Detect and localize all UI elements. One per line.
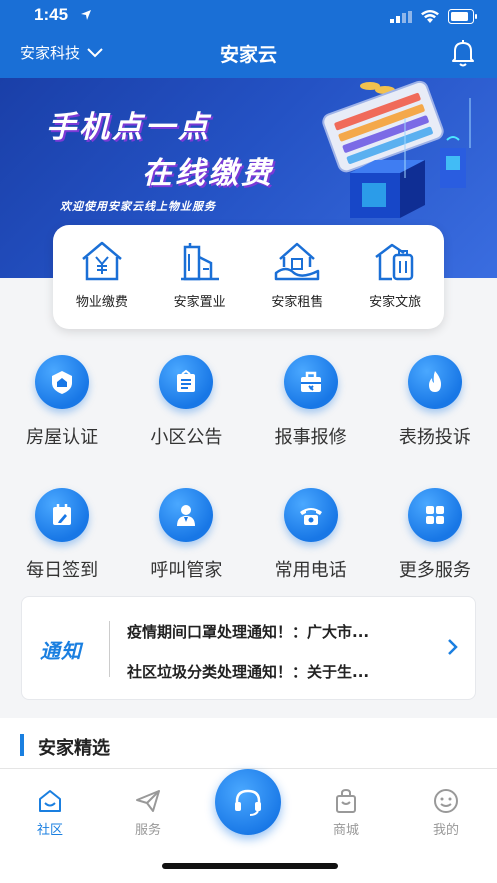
real-estate-icon [180, 243, 219, 281]
quick-item-real-estate[interactable]: 安家置业 [151, 225, 249, 329]
service-row: 每日签到 呼叫管家 常用电话 更多服务 [0, 478, 497, 611]
status-bar: 1:45 [0, 0, 497, 34]
notice-divider [109, 621, 110, 677]
service-label: 报事报修 [274, 427, 347, 448]
wifi-icon [421, 10, 439, 23]
calendar-checkin-icon [35, 488, 90, 542]
grid-more-icon [407, 488, 462, 542]
quick-services-card: 物业缴费 安家置业 安家租售 安家文旅 [53, 225, 444, 329]
section-title: 安家精选 [38, 738, 110, 759]
service-label: 呼叫管家 [150, 560, 223, 581]
service-butler[interactable]: 呼叫管家 [124, 478, 248, 611]
service-row: 房屋认证 小区公告 报事报修 表扬投诉 [0, 345, 497, 478]
service-phone[interactable]: 常用电话 [249, 478, 373, 611]
phone-payment-illustration [322, 80, 471, 218]
service-repair[interactable]: 报事报修 [249, 345, 373, 478]
notice-logo: 通知 [40, 639, 82, 663]
service-label: 表扬投诉 [398, 427, 471, 448]
quick-item-rental[interactable]: 安家租售 [249, 225, 347, 329]
notice-item[interactable]: 社区垃圾分类处理通知！：关于生... [127, 661, 369, 682]
house-shield-icon [35, 355, 90, 409]
headset-icon [235, 789, 261, 816]
page-title: 安家云 [219, 44, 277, 66]
service-feedback[interactable]: 表扬投诉 [373, 345, 497, 478]
section-accent-bar [20, 734, 24, 756]
travel-icon [375, 243, 414, 281]
tab-services[interactable]: 服务 [118, 787, 178, 838]
tab-profile[interactable]: 我的 [416, 787, 476, 838]
quick-label: 安家文旅 [369, 295, 422, 310]
tab-mall[interactable]: 商城 [316, 787, 376, 838]
smiley-icon [434, 789, 458, 813]
quick-label: 安家置业 [173, 295, 226, 310]
service-label: 每日签到 [26, 560, 99, 581]
service-label: 常用电话 [274, 560, 347, 581]
status-time: 1:45 [34, 5, 69, 24]
butler-person-icon [159, 488, 214, 542]
chevron-right-icon[interactable] [446, 637, 460, 657]
tab-community[interactable]: 社区 [20, 787, 80, 838]
service-house-verify[interactable]: 房屋认证 [0, 345, 124, 478]
battery-icon [448, 9, 477, 24]
service-checkin[interactable]: 每日签到 [0, 478, 124, 611]
customer-service-button[interactable] [215, 769, 281, 835]
notice-item[interactable]: 疫情期间口罩处理通知！：广大市... [127, 621, 369, 642]
tab-label: 服务 [134, 823, 161, 838]
quick-item-property-fee[interactable]: 物业缴费 [53, 225, 151, 329]
featured-section: 安家精选 [0, 718, 497, 768]
tab-label: 社区 [36, 823, 63, 838]
repair-toolbox-icon [283, 355, 338, 409]
cellular-signal-icon [390, 11, 412, 23]
app-header: 安家科技 安家云 [0, 34, 497, 78]
tab-label: 我的 [432, 823, 459, 838]
bell-icon[interactable] [450, 38, 476, 68]
banner-headline-2: 在线缴费 [142, 156, 274, 191]
quick-label: 安家租售 [271, 295, 324, 310]
service-more[interactable]: 更多服务 [373, 478, 497, 611]
service-label: 房屋认证 [26, 427, 99, 448]
banner-subtitle: 欢迎使用安家云线上物业服务 [60, 200, 216, 213]
shopping-bag-icon [336, 788, 356, 813]
paper-plane-icon [136, 790, 160, 812]
banner-headline-1: 手机点一点 [46, 110, 211, 145]
rental-icon [275, 242, 320, 281]
property-fee-icon [82, 241, 122, 281]
service-label: 小区公告 [150, 427, 223, 448]
home-indicator [162, 863, 338, 869]
telephone-icon [283, 488, 338, 542]
notice-card[interactable]: 通知 疫情期间口罩处理通知！：广大市... 社区垃圾分类处理通知！：关于生... [21, 596, 476, 700]
flame-icon [407, 355, 462, 409]
notice-board-icon [159, 355, 214, 409]
service-label: 更多服务 [398, 560, 471, 581]
service-notice[interactable]: 小区公告 [124, 345, 248, 478]
location-arrow-icon [81, 10, 91, 20]
quick-item-travel[interactable]: 安家文旅 [346, 225, 444, 329]
service-grid: 房屋认证 小区公告 报事报修 表扬投诉 每日签到 呼叫管家 常用电话 更多服务 [0, 345, 497, 611]
tab-label: 商城 [332, 823, 359, 838]
quick-label: 物业缴费 [75, 295, 128, 310]
home-smile-icon [39, 790, 61, 812]
